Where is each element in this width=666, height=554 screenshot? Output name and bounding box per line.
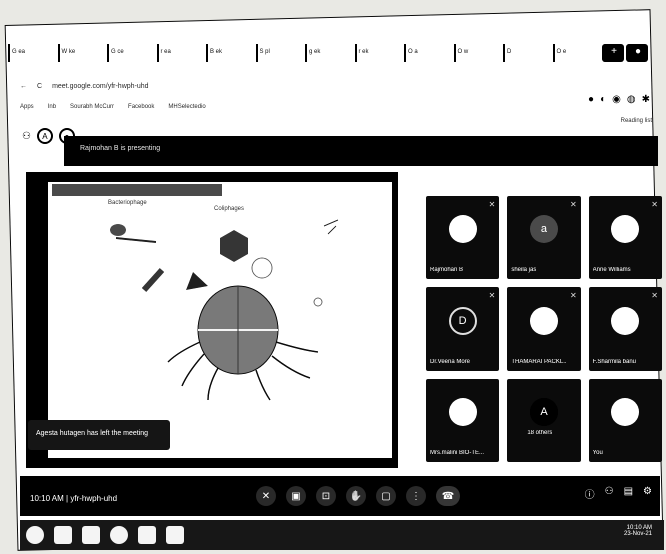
participant-tile[interactable]: ✕ THAMARAI PACKL.. — [507, 287, 581, 371]
mic-off-icon: ✕ — [569, 200, 577, 209]
chat-icon[interactable]: ▤ — [624, 486, 633, 501]
mic-off-icon: ✕ — [651, 200, 658, 209]
browser-tab[interactable]: D — [503, 44, 551, 62]
reload-icon[interactable]: C — [37, 83, 42, 90]
bookmark[interactable]: Apps — [20, 104, 34, 110]
avatar: a — [529, 215, 558, 244]
extension-icon[interactable]: ◍ — [627, 94, 636, 105]
mic-icon[interactable]: ✕ — [256, 486, 276, 506]
participant-tile[interactable]: ✕ Anne Williams — [588, 196, 662, 280]
browser-tab[interactable]: r ek — [354, 44, 403, 62]
puzzle-icon[interactable]: ✱ — [642, 94, 650, 105]
address-row: ← C meet.google.com/yfr-hwph-uhd — [20, 78, 650, 94]
mic-off-icon: ✕ — [488, 200, 496, 209]
participant-name: sheila jas — [511, 267, 537, 274]
avatar — [448, 215, 477, 244]
meeting-info: 10:10 AM | yfr-hwph-uhd — [30, 494, 117, 503]
avatar — [529, 306, 558, 335]
camera-icon[interactable]: ▣ — [286, 486, 306, 506]
browser-tab[interactable]: B ek — [206, 44, 254, 62]
people-icon[interactable]: ⚇ — [605, 486, 614, 501]
browser-tab[interactable]: G ce — [107, 44, 155, 62]
self-tile[interactable]: You — [588, 378, 662, 462]
browser-tab[interactable]: S pl — [255, 44, 304, 62]
system-clock: 10:10 AM 23-Nov-21 — [624, 525, 652, 537]
extension-icons: ● ◐ ◉ ◍ ✱ — [588, 94, 650, 105]
participant-name: You — [592, 450, 603, 456]
raise-hand-icon[interactable]: ✋ — [346, 486, 366, 506]
chrome-icon[interactable] — [138, 526, 156, 544]
avatar: A — [529, 397, 558, 426]
browser-tab[interactable]: W ke — [57, 44, 106, 62]
participant-tile[interactable]: ✕ D Dr.Veena More — [426, 287, 500, 371]
meeting-code: yfr-hwph-uhd — [70, 494, 118, 503]
participant-name: Dr.Veena More — [430, 358, 471, 365]
taskbar-icons — [26, 526, 184, 544]
profile-icon[interactable]: ● — [626, 44, 648, 62]
extension-icon[interactable]: ◐ — [600, 94, 606, 105]
extension-icon[interactable]: ◉ — [612, 94, 621, 105]
browser-tab[interactable]: r ea — [156, 44, 205, 62]
clock-date: 23-Nov-21 — [623, 531, 652, 537]
avatar — [611, 215, 640, 244]
mic-off-icon: ✕ — [651, 291, 658, 301]
new-tab-icon[interactable]: + — [602, 44, 624, 62]
tab-strip: G ea W ke G ce r ea B ek S pl g ek r ek … — [8, 40, 648, 66]
bookmark[interactable]: MHSelectedio — [168, 104, 205, 110]
participant-tile[interactable]: ✕ F.Sharmila banu — [588, 287, 662, 371]
participant-tile[interactable]: Mrs.malini BIO-TE... — [426, 378, 500, 462]
participant-grid: ✕ Rajmohan B ✕ a sheila jas ✕ Anne Willi… — [426, 196, 662, 462]
others-count: 18 others — [527, 430, 553, 436]
avatar — [611, 397, 640, 426]
call-controls: ✕ ▣ ⊡ ✋ ▢ ⋮ ☎ — [256, 486, 460, 506]
participant-tile[interactable]: ✕ a sheila jas — [507, 196, 581, 280]
avatar: D — [448, 306, 477, 335]
participant-name: F.Sharmila banu — [592, 358, 637, 365]
browser-tab[interactable]: O a — [404, 44, 452, 62]
left-meeting-toast: Agesta hutagen has left the meeting — [28, 420, 170, 450]
address-bar[interactable]: meet.google.com/yfr-hwph-uhd — [52, 83, 149, 90]
extension-icon[interactable]: ● — [588, 94, 594, 105]
back-icon[interactable]: ← — [20, 83, 27, 90]
avatar — [611, 306, 640, 335]
avatar — [448, 397, 477, 426]
participant-name: Rajmohan B — [430, 267, 464, 274]
participant-name: THAMARAI PACKL.. — [511, 358, 567, 365]
leave-call-icon[interactable]: ☎ — [436, 486, 460, 506]
meeting-time: 10:10 AM — [30, 494, 64, 503]
presented-slide: Bacteriophage Coliphages — [48, 182, 392, 458]
browser-tab[interactable]: O w — [453, 44, 502, 62]
file-explorer-icon[interactable] — [54, 526, 72, 544]
bacteriophage-diagram — [110, 219, 339, 401]
bookmark[interactable]: Facebook — [128, 104, 154, 110]
captions-icon[interactable]: A — [36, 128, 53, 144]
participant-name: Mrs.malini BIO-TE... — [430, 450, 485, 456]
participant-name: Anne Williams — [592, 267, 631, 274]
browser-tab[interactable]: g ek — [305, 44, 353, 62]
more-icon[interactable]: ⋮ — [406, 486, 426, 506]
others-tile[interactable]: A 18 others — [507, 378, 581, 462]
start-icon[interactable] — [26, 526, 44, 544]
captions-icon[interactable]: ⊡ — [316, 486, 336, 506]
mic-off-icon: ✕ — [488, 291, 496, 301]
bookmarks-bar: Apps Inb Sourabh McCurr Facebook MHSelec… — [20, 100, 650, 114]
media-player-icon[interactable] — [82, 526, 100, 544]
mic-off-icon: ✕ — [569, 291, 577, 301]
browser-tab[interactable]: O e — [552, 44, 601, 62]
word-icon[interactable] — [166, 526, 184, 544]
ie-icon[interactable] — [110, 526, 128, 544]
participants-icon[interactable]: ⚇ — [22, 131, 31, 142]
browser-tab[interactable]: G ea — [8, 44, 56, 62]
activities-icon[interactable]: ⚙ — [643, 486, 652, 501]
right-controls: ⓘ ⚇ ▤ ⚙ — [585, 486, 652, 501]
bookmark[interactable]: Inb — [48, 104, 56, 110]
participant-tile[interactable]: ✕ Rajmohan B — [426, 196, 500, 280]
reading-list[interactable]: Reading list — [621, 118, 652, 124]
info-icon[interactable]: ⓘ — [585, 486, 595, 501]
present-icon[interactable]: ▢ — [376, 486, 396, 506]
presenting-banner: Rajmohan B is presenting — [64, 136, 658, 166]
bookmark[interactable]: Sourabh McCurr — [70, 104, 114, 110]
